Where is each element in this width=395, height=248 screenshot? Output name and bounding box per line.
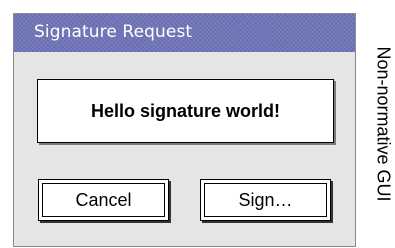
dialog-titlebar[interactable]: Signature Request xyxy=(14,14,355,52)
signature-request-dialog: Signature Request Hello signature world!… xyxy=(13,13,356,247)
message-panel: Hello signature world! xyxy=(37,79,334,143)
cancel-button-label: Cancel xyxy=(42,183,165,217)
non-normative-gui-note: Non-normative GUI xyxy=(373,46,394,202)
sign-button[interactable]: Sign… xyxy=(200,179,331,221)
cancel-button[interactable]: Cancel xyxy=(38,179,169,221)
dialog-title: Signature Request xyxy=(34,22,193,42)
message-text: Hello signature world! xyxy=(90,100,281,121)
sign-button-label: Sign… xyxy=(204,183,327,217)
